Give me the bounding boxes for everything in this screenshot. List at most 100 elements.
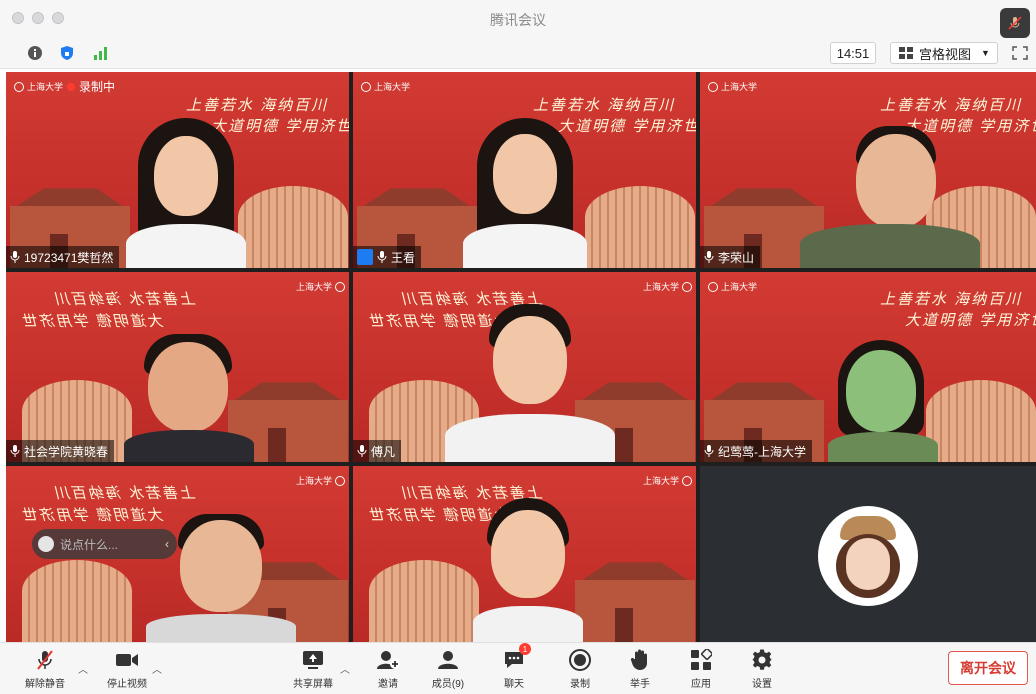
record-button[interactable]: 录制 — [550, 647, 610, 691]
participant-nametag: 纪莺莺-上海大学 — [700, 440, 812, 462]
chat-placeholder: 说点什么... — [60, 537, 119, 552]
members-label: 成员(9) — [431, 679, 465, 690]
self-avatar[interactable] — [1000, 8, 1030, 38]
chevron-up-icon[interactable]: ︿ — [340, 661, 350, 676]
apps-button[interactable]: 应用 — [671, 647, 731, 691]
share-screen-button[interactable]: 共享屏幕 — [283, 647, 343, 691]
record-icon — [569, 649, 591, 671]
members-button[interactable]: 成员(9) — [418, 647, 478, 691]
mic-icon — [704, 445, 714, 457]
view-mode-dropdown[interactable]: 宫格视图 ▼ — [890, 42, 998, 64]
video-tile[interactable]: 上海大学 上善若水 海纳百川 大道明德 学用济世 傅凡 — [353, 272, 696, 462]
mic-icon — [704, 251, 714, 263]
mic-icon — [10, 251, 20, 263]
video-tile[interactable]: 上海大学 录制中 上善若水 海纳百川 大道明德 学用济世 19723471樊哲然 — [6, 72, 349, 268]
share-screen-icon — [303, 651, 323, 669]
participant-name: 傅凡 — [371, 444, 396, 459]
window-title: 腾讯会议 — [490, 12, 546, 28]
invite-button[interactable]: 邀请 — [358, 647, 418, 691]
unmute-label: 解除静音 — [25, 679, 65, 690]
video-tile-avatar[interactable] — [700, 466, 1036, 642]
background-rotunda — [22, 560, 132, 642]
raise-hand-button[interactable]: 举手 — [610, 647, 670, 691]
fullscreen-icon[interactable] — [1012, 46, 1028, 60]
slogan-line-2-mirrored: 大道明德 学用济世 — [22, 507, 165, 524]
stop-video-label: 停止视频 — [107, 679, 147, 690]
stop-video-button[interactable]: 停止视频 — [97, 647, 157, 691]
video-tile[interactable]: 上海大学 上善若水 海纳百川 大道明德 学用济世 王看 — [353, 72, 696, 268]
background-hall — [575, 580, 695, 642]
participant-nametag: 傅凡 — [353, 440, 402, 462]
emoji-icon[interactable] — [38, 536, 54, 552]
university-logo: 上海大学 — [643, 474, 693, 487]
participant-name: 19723471樊哲然 — [24, 250, 114, 265]
university-logo: 上海大学 — [708, 80, 757, 93]
slogan-line-2-mirrored: 大道明德 学用济世 — [22, 313, 165, 330]
signal-icon[interactable] — [92, 44, 110, 62]
unmute-button[interactable]: 解除静音 — [15, 647, 75, 691]
shield-icon[interactable] — [58, 44, 76, 62]
background-rotunda — [369, 560, 479, 642]
chevron-up-icon[interactable]: ︿ — [78, 661, 88, 676]
chevron-down-icon: ▼ — [981, 48, 990, 58]
grid-view-icon — [899, 47, 913, 59]
chat-quick-input[interactable]: 说点什么... ‹ — [32, 529, 177, 559]
recording-indicator: 上海大学 录制中 — [14, 78, 115, 95]
settings-button[interactable]: 设置 — [732, 647, 792, 691]
muted-mic-icon — [1008, 16, 1022, 30]
recording-dot-icon — [67, 82, 76, 91]
chat-label: 聊天 — [504, 679, 524, 690]
record-label: 录制 — [570, 679, 590, 690]
info-icon[interactable] — [26, 44, 44, 62]
participant-video — [126, 118, 246, 268]
chevron-left-icon[interactable]: ‹ — [165, 537, 169, 551]
meeting-toolbar: 解除静音 ︿ 停止视频 ︿ 共享屏幕 ︿ 邀请 成员(9) 1 聊天 录制 举手… — [0, 642, 1036, 694]
raise-hand-label: 举手 — [630, 679, 650, 690]
add-user-icon — [377, 651, 400, 669]
university-logo: 上海大学 — [296, 280, 346, 293]
memoji-avatar — [818, 506, 918, 606]
settings-label: 设置 — [752, 679, 772, 690]
university-logo: 上海大学 — [361, 80, 410, 93]
participant-name: 李荣山 — [718, 250, 755, 265]
video-tile-active-speaker[interactable]: 上海大学 上善若水 海纳百川 大道明德 学用济世 纪莺莺-上海大学 — [700, 272, 1036, 462]
video-tile[interactable]: 上海大学 上善若水 海纳百川 大道明德 学用济世 — [353, 466, 696, 642]
gear-icon — [752, 649, 772, 670]
info-bar: 14:51 宫格视图 ▼ — [0, 38, 1036, 69]
video-tile[interactable]: 上海大学 上善若水 海纳百川 大道明德 学用济世 李荣山 — [700, 72, 1036, 268]
slogan-line-1-mirrored: 上善若水 海纳百川 — [54, 291, 197, 308]
video-camera-icon — [116, 654, 138, 666]
title-bar: 腾讯会议 — [0, 0, 1036, 38]
meeting-timer: 14:51 — [830, 42, 876, 64]
chat-button[interactable]: 1 聊天 — [484, 643, 544, 691]
participant-video — [800, 126, 980, 268]
video-tile[interactable]: 上海大学 上善若水 海纳百川 大道明德 学用济世 社会学院黄晓春 — [6, 272, 349, 462]
university-logo: 上海大学 — [14, 80, 63, 93]
participant-nametag: 社会学院黄晓春 — [6, 440, 115, 462]
participant-video — [828, 340, 938, 462]
invite-label: 邀请 — [378, 679, 398, 690]
video-grid: 上海大学 录制中 上善若水 海纳百川 大道明德 学用济世 19723471樊哲然… — [6, 72, 1036, 642]
mic-icon — [377, 251, 387, 263]
participant-video — [463, 118, 587, 268]
university-logo: 上海大学 — [296, 474, 346, 487]
slogan-line-1: 上善若水 海纳百川 — [186, 97, 329, 114]
apps-label: 应用 — [691, 679, 711, 690]
mic-icon — [357, 445, 367, 457]
slogan-line-2: 大道明德 学用济世 — [905, 312, 1036, 329]
participant-nametag: 李荣山 — [700, 246, 761, 268]
participant-video — [124, 334, 254, 462]
leave-meeting-button[interactable]: 离开会议 — [948, 651, 1028, 685]
slogan-line-1: 上善若水 海纳百川 — [533, 97, 676, 114]
participant-nametag: 19723471樊哲然 — [6, 246, 120, 268]
participant-name: 王看 — [391, 250, 416, 265]
chevron-up-icon[interactable]: ︿ — [152, 661, 162, 676]
participant-nametag: 王看 — [353, 246, 422, 268]
view-mode-label: 宫格视图 — [919, 46, 972, 62]
background-rotunda — [585, 186, 695, 268]
participant-name: 社会学院黄晓春 — [24, 444, 109, 459]
university-logo: 上海大学 — [708, 280, 757, 293]
participant-video — [445, 304, 615, 462]
slogan-line-1-mirrored: 上善若水 海纳百川 — [54, 485, 197, 502]
background-rotunda — [926, 380, 1036, 462]
